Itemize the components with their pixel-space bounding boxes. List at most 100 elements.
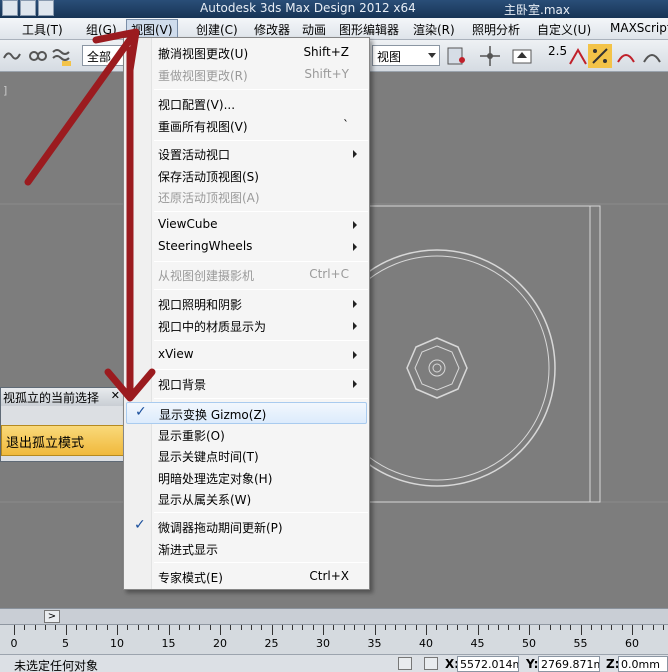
menu-item-shortcut: Shift+Z [303, 45, 349, 59]
bind-space-warp-icon[interactable] [50, 44, 74, 68]
menu-item-expert-mode[interactable]: 专家模式(E) Ctrl+X [126, 566, 367, 588]
menu-item-label: 显示变换 Gizmo(Z) [159, 408, 267, 422]
menu-item-create-camera-from-view[interactable]: 从视图创建摄影机 Ctrl+C [126, 264, 367, 286]
track-bar[interactable]: 0 5 10 15 20 25 30 35 40 45 50 55 60 [0, 624, 668, 654]
link-icon[interactable] [0, 44, 24, 68]
ruler-tick [487, 625, 489, 630]
ruler-tick [168, 625, 170, 635]
menu-create[interactable]: 创建(C) [196, 21, 238, 38]
menu-item-material-display[interactable]: 视口中的材质显示为 [126, 315, 367, 337]
selection-status: 未选定任何对象 [14, 659, 99, 672]
submenu-arrow-icon [353, 351, 357, 359]
app-icon[interactable] [2, 0, 18, 16]
menu-item-viewcube[interactable]: ViewCube [126, 214, 367, 236]
absolute-mode-icon[interactable] [424, 657, 438, 670]
select-and-manipulate-icon[interactable] [478, 44, 502, 68]
menu-separator [154, 89, 368, 90]
checkmark-icon: ✓ [134, 517, 146, 533]
menu-item-label: 显示重影(O) [158, 429, 225, 443]
menu-item-shade-selected[interactable]: 明暗处理选定对象(H) [126, 467, 367, 489]
menu-item-xview[interactable]: xView [126, 344, 367, 366]
menu-separator [154, 289, 368, 290]
selection-filter-dropdown[interactable]: 全部 [82, 45, 128, 66]
exit-isolation-button[interactable]: 退出孤立模式 [1, 425, 124, 456]
menu-animation[interactable]: 动画 [302, 21, 326, 38]
edit-named-selection-icon[interactable] [640, 44, 664, 68]
ruler-tick [14, 625, 15, 635]
ruler-tick [34, 625, 36, 630]
quick-access-dropdown-icon[interactable] [38, 0, 54, 16]
ruler-tick [415, 625, 417, 630]
isolate-panel-title: 视孤立的当前选择 [1, 388, 124, 406]
z-coordinate-field[interactable]: 0.0mm [618, 656, 668, 672]
pivot-center-icon[interactable] [444, 44, 468, 68]
menu-lighting-analysis[interactable]: 照明分析 [472, 21, 520, 38]
unlink-icon[interactable] [26, 44, 50, 68]
menu-item-viewport-configuration[interactable]: 视口配置(V)... [126, 93, 367, 115]
menu-item-redo-view-change[interactable]: 重做视图更改(R) Shift+Y [126, 64, 367, 86]
ruler-tick [384, 625, 386, 630]
ruler-label: 0 [10, 637, 18, 650]
menu-item-undo-view-change[interactable]: 撤消视图更改(U) Shift+Z [126, 42, 367, 64]
menu-item-show-transform-gizmo[interactable]: ✓ 显示变换 Gizmo(Z) [126, 402, 367, 424]
ruler-tick [240, 625, 242, 630]
menu-item-show-key-times[interactable]: 显示关键点时间(T) [126, 445, 367, 467]
angle-snap-icon[interactable] [566, 44, 590, 68]
submenu-arrow-icon [353, 380, 357, 388]
menu-group[interactable]: 组(G) [86, 21, 117, 38]
menu-item-show-dependencies[interactable]: 显示从属关系(W) [126, 488, 367, 510]
ruler-tick [570, 625, 572, 630]
ruler-tick [302, 625, 304, 630]
menu-item-label: 重画所有视图(V) [158, 120, 248, 134]
ruler-tick [559, 625, 561, 630]
ruler-tick [621, 625, 623, 630]
ruler-tick [75, 625, 77, 630]
time-slider[interactable]: > [0, 608, 668, 624]
menu-views[interactable]: 视图(V) [126, 19, 178, 38]
menu-rendering[interactable]: 渲染(R) [413, 21, 455, 38]
menu-item-label: 撤消视图更改(U) [158, 47, 249, 61]
lock-icon[interactable] [398, 657, 412, 670]
ruler-label: 25 [264, 637, 279, 650]
menu-item-show-ghosting[interactable]: 显示重影(O) [126, 424, 367, 446]
ruler-tick [230, 625, 232, 630]
menu-item-redraw-all-views[interactable]: 重画所有视图(V) ` [126, 115, 367, 137]
keyboard-shortcut-override-icon[interactable] [510, 44, 534, 68]
menu-item-label: 视口照明和阴影 [158, 298, 243, 312]
menu-maxscript[interactable]: MAXScript [610, 21, 668, 35]
menu-item-set-active-viewport[interactable]: 设置活动视口 [126, 143, 367, 165]
menu-item-progressive-display[interactable]: 渐进式显示 [126, 538, 367, 560]
percent-snap-icon[interactable] [588, 44, 612, 68]
menu-item-viewport-background[interactable]: 视口背景 [126, 373, 367, 395]
menu-graph-editors[interactable]: 图形编辑器 [339, 21, 399, 38]
menu-tools[interactable]: 工具(T) [22, 21, 63, 38]
time-slider-next-button[interactable]: > [44, 610, 60, 623]
ruler-tick [158, 625, 160, 630]
menu-item-save-active-top-view[interactable]: 保存活动顶视图(S) [126, 165, 367, 187]
spinner-snap-icon[interactable] [614, 44, 638, 68]
isolate-selection-panel: 视孤立的当前选择 ✕ 退出孤立模式 [0, 387, 125, 462]
menu-customize[interactable]: 自定义(U) [537, 21, 591, 38]
menu-item-update-during-spinner-drag[interactable]: ✓ 微调器拖动期间更新(P) [126, 516, 367, 538]
menu-item-viewport-lighting-shadows[interactable]: 视口照明和阴影 [126, 293, 367, 315]
menu-item-steeringwheels[interactable]: SteeringWheels [126, 236, 367, 258]
close-icon[interactable]: ✕ [111, 389, 120, 402]
menu-item-shortcut: Ctrl+X [309, 569, 349, 583]
ruler-label: 50 [522, 637, 536, 650]
menu-item-label: 显示关键点时间(T) [158, 450, 259, 464]
ruler-tick [292, 625, 294, 630]
ruler-tick [652, 625, 654, 630]
ruler-tick [343, 625, 345, 630]
x-coordinate-field[interactable]: 5572.014m [457, 656, 519, 672]
menu-item-restore-active-top-view[interactable]: 还原活动顶视图(A) [126, 186, 367, 208]
reference-coordinate-dropdown[interactable]: 视图 [372, 45, 440, 66]
y-coordinate-field[interactable]: 2769.871m [538, 656, 600, 672]
quick-access-icon[interactable] [20, 0, 36, 16]
ruler-tick [44, 625, 46, 630]
ruler-tick [549, 625, 551, 630]
menu-item-label: 视口背景 [158, 378, 207, 392]
ruler-label: 55 [573, 637, 588, 650]
menu-modifiers[interactable]: 修改器 [254, 21, 290, 38]
submenu-arrow-icon [353, 322, 357, 330]
ruler-tick [632, 625, 633, 635]
